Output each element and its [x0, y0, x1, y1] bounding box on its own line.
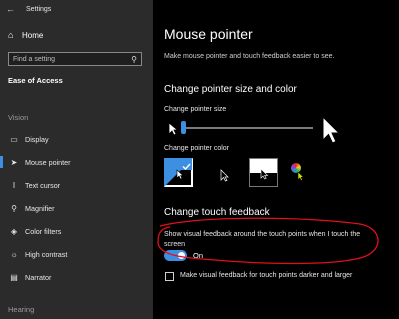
main-content: Mouse pointer Make mouse pointer and tou… [153, 0, 399, 319]
touch-feedback-heading: Change touch feedback [164, 207, 270, 218]
home-label: Home [22, 30, 44, 40]
sidebar-item-narrator[interactable]: ▤ Narrator [0, 270, 153, 284]
pointer-size-slider-thumb[interactable] [181, 121, 186, 134]
sidebar-item-label: Text cursor [25, 180, 61, 190]
black-pointer-icon[interactable] [220, 169, 229, 182]
home-nav-item[interactable]: ⌂ Home [8, 30, 43, 40]
home-icon: ⌂ [8, 30, 14, 40]
search-icon[interactable]: ⚲ [131, 55, 137, 64]
display-icon: ▭ [10, 134, 18, 144]
sidebar-item-color-filters[interactable]: ◈ Color filters [0, 224, 153, 238]
high-contrast-icon: ☼ [10, 249, 18, 259]
page-description: Make mouse pointer and touch feedback ea… [164, 53, 335, 60]
selected-check-icon [181, 159, 192, 171]
custom-pointer-icon [297, 171, 304, 181]
pointer-size-slider[interactable] [181, 127, 313, 129]
pointer-size-label: Change pointer size [164, 106, 227, 113]
sidebar-item-label: Color filters [25, 226, 62, 236]
sidebar-item-label: Magnifier [25, 203, 55, 213]
pointer-color-white-option[interactable] [164, 158, 193, 187]
group-label-vision: Vision [8, 113, 29, 122]
magnifier-icon: ⚲ [11, 203, 17, 213]
darker-feedback-checkbox[interactable] [165, 272, 174, 281]
mouse-pointer-icon: ➤ [10, 157, 18, 167]
narrator-icon: ▤ [10, 272, 18, 282]
sidebar-item-label: Mouse pointer [25, 157, 71, 167]
sidebar-section-title: Ease of Access [8, 76, 63, 85]
window-title: Settings [26, 5, 52, 13]
title-bar: ← Settings [0, 0, 153, 18]
sidebar: ← Settings ⌂ Home Find a setting ⚲ Ease … [0, 0, 153, 319]
toggle-knob [178, 252, 185, 259]
sidebar-item-high-contrast[interactable]: ☼ High contrast [0, 247, 153, 261]
size-color-heading: Change pointer size and color [164, 84, 297, 95]
touch-feedback-toggle-label: Show visual feedback around the touch po… [164, 231, 361, 248]
sidebar-item-label: Narrator [25, 272, 52, 282]
sidebar-item-label: High contrast [25, 249, 68, 259]
group-label-hearing: Hearing [8, 305, 35, 314]
inverted-pointer-icon [260, 168, 269, 180]
sidebar-item-mouse-pointer[interactable]: ➤ Mouse pointer [0, 155, 153, 169]
sidebar-item-label: Display [25, 134, 49, 144]
large-pointer-icon [322, 116, 340, 144]
search-placeholder: Find a setting [13, 55, 56, 63]
toggle-state-text: On [193, 251, 204, 260]
small-pointer-icon [168, 122, 178, 136]
pointer-color-inverted-option[interactable] [249, 158, 278, 187]
pointer-color-label: Change pointer color [164, 145, 229, 152]
touch-feedback-toggle[interactable] [164, 250, 187, 261]
sidebar-item-text-cursor[interactable]: I Text cursor [0, 178, 153, 192]
text-cursor-icon: I [12, 180, 16, 190]
back-arrow-icon[interactable]: ← [6, 4, 20, 14]
color-filters-icon: ◈ [10, 226, 18, 236]
page-title: Mouse pointer [164, 26, 253, 42]
sidebar-item-display[interactable]: ▭ Display [0, 132, 153, 146]
sidebar-item-magnifier[interactable]: ⚲ Magnifier [0, 201, 153, 215]
search-input[interactable]: Find a setting ⚲ [8, 52, 142, 66]
darker-feedback-label: Make visual feedback for touch points da… [180, 272, 353, 279]
